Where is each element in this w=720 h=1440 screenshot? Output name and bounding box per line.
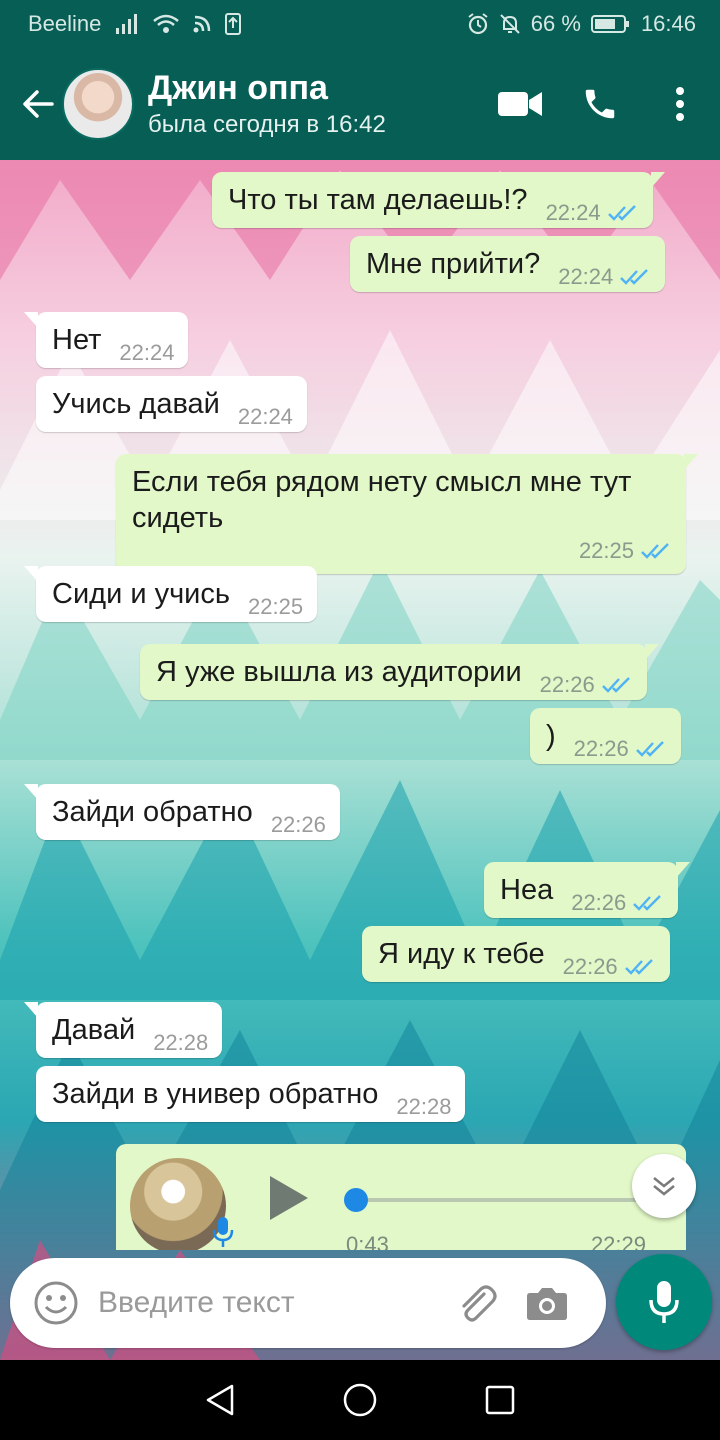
message-bubble-incoming[interactable]: Зайди в универ обратно 22:28 xyxy=(36,1066,466,1122)
play-icon[interactable] xyxy=(266,1174,310,1227)
chat-header: Джин оппа была сегодня в 16:42 xyxy=(0,48,720,160)
signal-icon xyxy=(115,14,139,34)
nav-recents-icon[interactable] xyxy=(470,1370,530,1430)
voice-duration: 0:43 xyxy=(346,1232,389,1250)
message-bubble-incoming[interactable]: Сиди и учись 22:25 xyxy=(23,566,318,622)
read-ticks-icon xyxy=(607,205,636,221)
message-time: 22:26 xyxy=(573,736,629,761)
message-bubble-incoming[interactable]: Зайди обратно 22:26 xyxy=(24,784,340,840)
message-time: 22:24 xyxy=(119,340,175,365)
message-text: Что ты там делаешь!? xyxy=(228,184,528,216)
voice-time: 22:29 xyxy=(590,1232,646,1250)
carrier-name: Beeline xyxy=(28,11,102,36)
message-text: Нет xyxy=(52,324,102,356)
mute-icon xyxy=(499,13,521,35)
message-bubble-outgoing[interactable]: Что ты там делаешь!? 22:24 xyxy=(212,172,665,228)
message-time: 22:26 xyxy=(539,672,595,697)
voice-message-bubble[interactable]: 0:43 22:29 xyxy=(116,1144,686,1250)
battery-icon xyxy=(590,14,631,34)
message-time: 22:24 xyxy=(237,404,293,429)
nav-home-icon[interactable] xyxy=(330,1370,390,1430)
message-time: 22:26 xyxy=(571,890,627,915)
camera-icon[interactable] xyxy=(512,1263,582,1343)
message-time: 22:24 xyxy=(558,264,614,289)
scroll-down-button[interactable] xyxy=(632,1154,696,1218)
nav-back-icon[interactable] xyxy=(190,1370,250,1430)
message-bubble-incoming[interactable]: Давай 22:28 xyxy=(23,1002,223,1058)
read-ticks-icon xyxy=(633,895,662,911)
message-time: 22:25 xyxy=(248,594,304,619)
message-text: Я уже вышла из аудитории xyxy=(156,656,522,688)
phone-call-icon[interactable] xyxy=(560,64,640,144)
mic-icon xyxy=(649,1281,679,1323)
message-bubble-outgoing[interactable]: Если тебя рядом нету смысл мне тут сидет… xyxy=(116,454,698,574)
last-seen: была сегодня в 16:42 xyxy=(148,111,386,138)
message-time: 22:28 xyxy=(396,1094,452,1119)
message-text: Мне прийти? xyxy=(366,248,541,280)
message-text: Сиди и учись xyxy=(52,578,230,610)
alarm-icon xyxy=(467,13,489,35)
message-text: Я иду к тебе xyxy=(378,938,545,970)
chevron-down-icon xyxy=(653,1177,675,1196)
message-time: 22:25 xyxy=(578,538,634,563)
emoji-icon[interactable] xyxy=(14,1261,98,1345)
message-input[interactable] xyxy=(98,1286,428,1320)
voice-mic-icon xyxy=(212,1216,234,1250)
more-options-icon[interactable] xyxy=(640,64,720,144)
read-ticks-icon xyxy=(601,677,630,693)
message-text: Зайди обратно xyxy=(52,796,253,828)
avatar[interactable] xyxy=(62,68,134,140)
read-ticks-icon xyxy=(635,741,664,757)
attach-icon[interactable] xyxy=(442,1263,512,1343)
wifi-icon xyxy=(153,14,180,34)
message-time: 22:26 xyxy=(270,812,326,837)
chat-area[interactable]: Что ты там делаешь!? 22:24 Мне прийти? 2… xyxy=(0,160,720,1360)
nfc-icon xyxy=(193,15,211,33)
message-text: Неа xyxy=(500,874,554,906)
mic-button[interactable] xyxy=(616,1254,712,1350)
message-time: 22:26 xyxy=(562,954,618,979)
video-call-icon[interactable] xyxy=(480,64,560,144)
message-text: ) xyxy=(546,720,556,752)
voice-progress-track[interactable] xyxy=(348,1198,638,1202)
contact-name[interactable]: Джин оппа xyxy=(148,68,386,108)
message-bubble-incoming[interactable]: Учись давай 22:24 xyxy=(36,376,307,432)
system-nav-bar xyxy=(0,1360,720,1440)
voice-progress-handle[interactable] xyxy=(344,1188,368,1212)
message-text: Учись давай xyxy=(52,388,220,420)
battery-percent: 66 % xyxy=(530,11,581,36)
message-bubble-outgoing[interactable]: Я уже вышла из аудитории 22:26 xyxy=(140,644,659,700)
message-composer xyxy=(10,1258,606,1348)
message-bubble-outgoing[interactable]: Неа 22:26 xyxy=(484,862,691,918)
read-ticks-icon xyxy=(624,959,653,975)
read-ticks-icon xyxy=(641,543,669,559)
message-text: Давай xyxy=(52,1014,136,1046)
message-time: 22:24 xyxy=(545,200,601,225)
message-time: 22:28 xyxy=(153,1030,209,1055)
contact-info[interactable]: Джин оппа была сегодня в 16:42 xyxy=(148,68,386,140)
message-bubble-incoming[interactable]: Нет 22:24 xyxy=(23,312,189,368)
message-bubble-outgoing[interactable]: Я иду к тебе 22:26 xyxy=(362,926,670,982)
message-text: Зайди в универ обратно xyxy=(52,1078,379,1110)
status-bar: Beeline 66 % 16:46 xyxy=(0,0,720,48)
message-bubble-outgoing[interactable]: Мне прийти? 22:24 xyxy=(350,236,666,292)
back-arrow-icon[interactable] xyxy=(8,74,68,134)
message-text: Если тебя рядом нету смысл мне тут сидет… xyxy=(132,466,632,534)
message-bubble-outgoing[interactable]: ) 22:26 xyxy=(530,708,681,764)
upload-icon xyxy=(225,13,242,35)
read-ticks-icon xyxy=(620,269,649,285)
clock: 16:46 xyxy=(640,11,696,36)
